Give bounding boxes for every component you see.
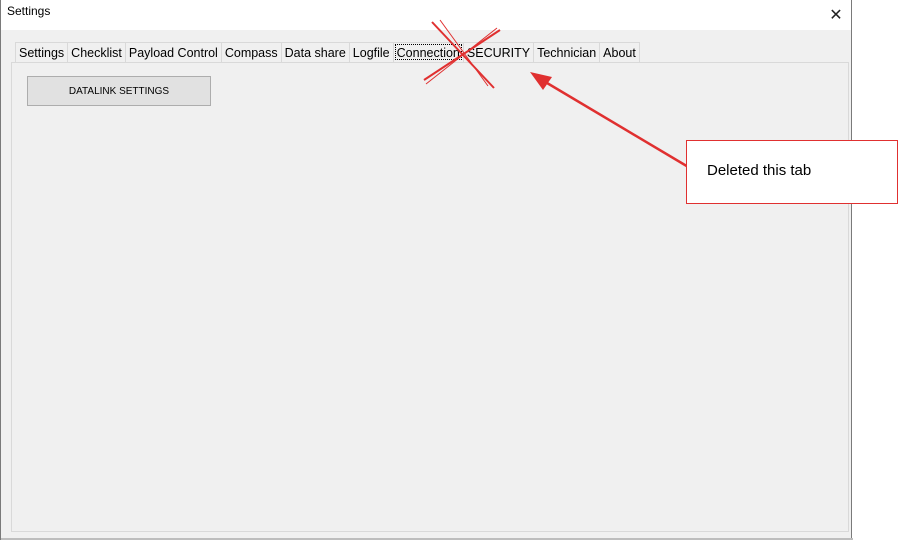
title-bar: Settings ✕ — [1, 0, 851, 30]
window-title: Settings — [7, 4, 51, 18]
tab-security[interactable]: SECURITY — [462, 42, 535, 62]
datalink-settings-button[interactable]: DATALINK SETTINGS — [27, 76, 211, 106]
tab-settings[interactable]: Settings — [15, 42, 69, 62]
tab-connection[interactable]: Connection — [392, 42, 464, 62]
tab-content-panel — [11, 62, 849, 532]
close-icon[interactable]: ✕ — [821, 0, 851, 30]
tab-data-share[interactable]: Data share — [280, 42, 350, 62]
tab-compass[interactable]: Compass — [220, 42, 282, 62]
annotation-callout: Deleted this tab — [686, 140, 898, 204]
tab-technician[interactable]: Technician — [533, 42, 601, 62]
tab-strip: Settings Checklist Payload Control Compa… — [15, 42, 640, 63]
tab-payload-control[interactable]: Payload Control — [124, 42, 222, 62]
tab-about[interactable]: About — [599, 42, 640, 62]
settings-window: Settings ✕ Settings Checklist Payload Co… — [0, 0, 853, 540]
tab-logfile[interactable]: Logfile — [348, 42, 394, 62]
tab-checklist[interactable]: Checklist — [67, 42, 126, 62]
